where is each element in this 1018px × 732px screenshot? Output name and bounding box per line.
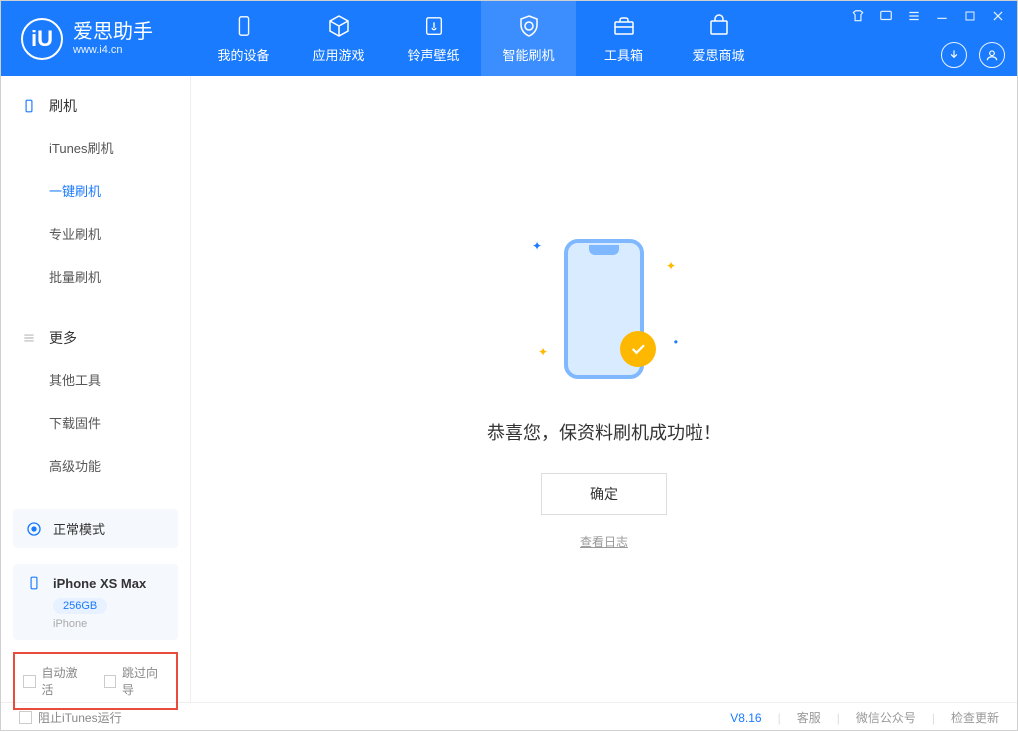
checkbox-label: 自动激活 bbox=[42, 664, 88, 698]
tab-smart-flash[interactable]: 智能刷机 bbox=[481, 1, 576, 76]
feedback-icon[interactable] bbox=[879, 9, 893, 23]
checkbox-block-itunes[interactable]: 阻止iTunes运行 bbox=[19, 709, 122, 726]
checkbox-skip-guide[interactable]: 跳过向导 bbox=[104, 664, 169, 698]
sidebar-header-more: 更多 bbox=[1, 318, 190, 358]
phone-icon bbox=[21, 98, 37, 114]
main-tabs: 我的设备 应用游戏 铃声壁纸 智能刷机 工具箱 爱思商城 bbox=[196, 1, 766, 76]
device-icon bbox=[231, 13, 257, 39]
tab-label: 铃声壁纸 bbox=[407, 45, 459, 64]
tab-label: 我的设备 bbox=[217, 45, 269, 64]
sparkle-icon: • bbox=[674, 335, 678, 349]
tab-apps-games[interactable]: 应用游戏 bbox=[291, 1, 386, 76]
checkbox-auto-activate[interactable]: 自动激活 bbox=[23, 664, 88, 698]
mode-box[interactable]: 正常模式 bbox=[13, 509, 178, 548]
logo-area: iU 爱思助手 www.i4.cn bbox=[1, 18, 196, 60]
footer-link-support[interactable]: 客服 bbox=[797, 709, 821, 726]
download-button[interactable] bbox=[941, 42, 967, 68]
footer-link-update[interactable]: 检查更新 bbox=[951, 709, 999, 726]
normal-mode-icon bbox=[25, 520, 43, 538]
device-info[interactable]: iPhone XS Max 256GB iPhone bbox=[13, 564, 178, 640]
device-type: iPhone bbox=[53, 618, 166, 630]
device-capacity-badge: 256GB bbox=[53, 598, 107, 614]
header-actions bbox=[941, 42, 1005, 68]
checkbox-icon bbox=[19, 711, 32, 724]
view-log-link[interactable]: 查看日志 bbox=[580, 533, 628, 550]
app-title-block: 爱思助手 www.i4.cn bbox=[73, 20, 153, 57]
music-icon bbox=[421, 13, 447, 39]
sidebar-item-download-firmware[interactable]: 下载固件 bbox=[1, 401, 190, 444]
sidebar-item-other-tools[interactable]: 其他工具 bbox=[1, 358, 190, 401]
tab-ringtones-wallpapers[interactable]: 铃声壁纸 bbox=[386, 1, 481, 76]
checkbox-icon bbox=[23, 675, 36, 688]
sidebar-item-batch-flash[interactable]: 批量刷机 bbox=[1, 255, 190, 298]
cube-icon bbox=[326, 13, 352, 39]
header-right bbox=[851, 1, 1005, 76]
footer-right: V8.16 | 客服 | 微信公众号 | 检查更新 bbox=[730, 709, 999, 726]
success-message: 恭喜您，保资料刷机成功啦！ bbox=[487, 419, 721, 445]
check-badge-icon bbox=[620, 331, 656, 367]
minimize-icon[interactable] bbox=[935, 9, 949, 23]
checkbox-label: 跳过向导 bbox=[122, 664, 168, 698]
section-title: 更多 bbox=[49, 328, 77, 348]
footer-link-wechat[interactable]: 微信公众号 bbox=[856, 709, 916, 726]
sidebar-item-advanced[interactable]: 高级功能 bbox=[1, 444, 190, 487]
tab-store[interactable]: 爱思商城 bbox=[671, 1, 766, 76]
store-icon bbox=[706, 13, 732, 39]
mode-label: 正常模式 bbox=[53, 519, 105, 538]
sidebar-item-itunes-flash[interactable]: iTunes刷机 bbox=[1, 126, 190, 169]
body: 刷机 iTunes刷机 一键刷机 专业刷机 批量刷机 更多 其他工具 下载固件 … bbox=[1, 76, 1017, 702]
main-content: ✦ ✦ ✦ • 恭喜您，保资料刷机成功啦！ 确定 查看日志 bbox=[191, 76, 1017, 702]
section-title: 刷机 bbox=[49, 96, 77, 116]
app-name: 爱思助手 bbox=[73, 20, 153, 44]
tab-my-device[interactable]: 我的设备 bbox=[196, 1, 291, 76]
window-controls bbox=[851, 9, 1005, 23]
close-icon[interactable] bbox=[991, 9, 1005, 23]
sidebar-header-flash: 刷机 bbox=[1, 86, 190, 126]
app-header: iU 爱思助手 www.i4.cn 我的设备 应用游戏 铃声壁纸 智能刷机 工具… bbox=[1, 1, 1017, 76]
toolbox-icon bbox=[611, 13, 637, 39]
app-logo-icon: iU bbox=[21, 18, 63, 60]
success-illustration: ✦ ✦ ✦ • bbox=[504, 229, 704, 389]
maximize-icon[interactable] bbox=[963, 9, 977, 23]
app-url: www.i4.cn bbox=[73, 44, 153, 57]
sidebar-item-pro-flash[interactable]: 专业刷机 bbox=[1, 212, 190, 255]
tab-toolbox[interactable]: 工具箱 bbox=[576, 1, 671, 76]
sidebar: 刷机 iTunes刷机 一键刷机 专业刷机 批量刷机 更多 其他工具 下载固件 … bbox=[1, 76, 191, 702]
device-name: iPhone XS Max bbox=[53, 576, 146, 591]
user-button[interactable] bbox=[979, 42, 1005, 68]
tab-label: 智能刷机 bbox=[502, 45, 554, 64]
bottom-options-highlighted: 自动激活 跳过向导 bbox=[13, 652, 178, 710]
confirm-button[interactable]: 确定 bbox=[541, 473, 667, 515]
menu-icon[interactable] bbox=[907, 9, 921, 23]
checkbox-icon bbox=[104, 675, 117, 688]
refresh-shield-icon bbox=[516, 13, 542, 39]
sidebar-item-oneclick-flash[interactable]: 一键刷机 bbox=[1, 169, 190, 212]
sidebar-section-more: 更多 其他工具 下载固件 高级功能 bbox=[1, 308, 190, 497]
sparkle-icon: ✦ bbox=[666, 259, 676, 273]
device-phone-icon bbox=[25, 574, 43, 592]
tab-label: 工具箱 bbox=[604, 45, 643, 64]
tab-label: 应用游戏 bbox=[312, 45, 364, 64]
menu-lines-icon bbox=[21, 330, 37, 346]
checkbox-label: 阻止iTunes运行 bbox=[38, 709, 122, 726]
sparkle-icon: ✦ bbox=[532, 239, 542, 253]
sidebar-section-flash: 刷机 iTunes刷机 一键刷机 专业刷机 批量刷机 bbox=[1, 76, 190, 308]
version-label: V8.16 bbox=[730, 711, 761, 725]
phone-frame-icon bbox=[564, 239, 644, 379]
tab-label: 爱思商城 bbox=[692, 45, 744, 64]
sparkle-icon: ✦ bbox=[538, 345, 548, 359]
shirt-icon[interactable] bbox=[851, 9, 865, 23]
